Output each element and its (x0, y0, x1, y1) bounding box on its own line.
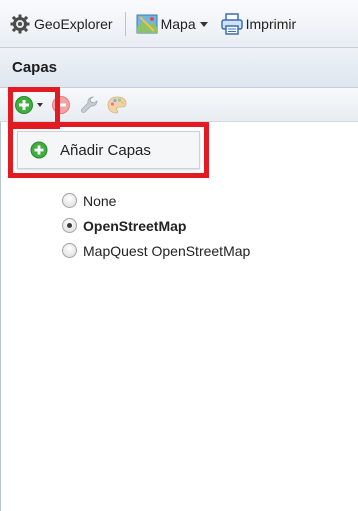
chevron-down-icon (199, 22, 208, 27)
geoexplorer-label: GeoExplorer (34, 15, 113, 32)
layer-label: MapQuest OpenStreetMap (83, 242, 251, 259)
layer-label: None (83, 192, 117, 209)
layer-option-mapquest[interactable]: MapQuest OpenStreetMap (62, 238, 250, 263)
geoexplorer-button[interactable]: GeoExplorer (8, 9, 115, 39)
wrench-icon (81, 96, 98, 113)
layer-styles-button[interactable] (107, 95, 127, 115)
layers-panel-header: Capas (0, 48, 358, 88)
remove-layer-button[interactable] (51, 95, 71, 115)
layer-option-none[interactable]: None (62, 188, 250, 213)
add-icon (30, 141, 48, 159)
radio-button[interactable] (62, 243, 77, 258)
chevron-down-icon (37, 102, 43, 107)
radio-button-selected[interactable] (62, 218, 77, 233)
layer-option-openstreetmap[interactable]: OpenStreetMap (62, 213, 250, 238)
toolbar-separator (124, 11, 126, 36)
palette-icon (107, 96, 127, 113)
add-icon (15, 95, 33, 114)
radio-button[interactable] (62, 193, 77, 208)
add-layers-menu: Añadir Capas (17, 131, 200, 169)
map-icon (136, 14, 158, 33)
layer-group-label: Capas base (40, 168, 118, 178)
map-menu-button[interactable]: Mapa (134, 9, 210, 39)
map-label: Mapa (160, 15, 196, 32)
panel-title: Capas (12, 59, 58, 76)
layers-panel-toolbar (0, 88, 358, 122)
print-button[interactable]: Imprimir (210, 9, 299, 39)
add-layers-menu-item[interactable]: Añadir Capas (60, 142, 151, 159)
remove-icon (52, 95, 70, 114)
layer-list: None OpenStreetMap MapQuest OpenStreetMa… (62, 188, 250, 263)
layer-properties-button[interactable] (79, 95, 99, 115)
main-toolbar: GeoExplorer Mapa Imprimir (0, 0, 358, 48)
printer-icon (220, 12, 243, 35)
print-label: Imprimir (245, 15, 297, 32)
add-layer-menu-button[interactable] (14, 95, 43, 115)
layer-label: OpenStreetMap (83, 217, 187, 234)
gear-icon (10, 14, 30, 33)
